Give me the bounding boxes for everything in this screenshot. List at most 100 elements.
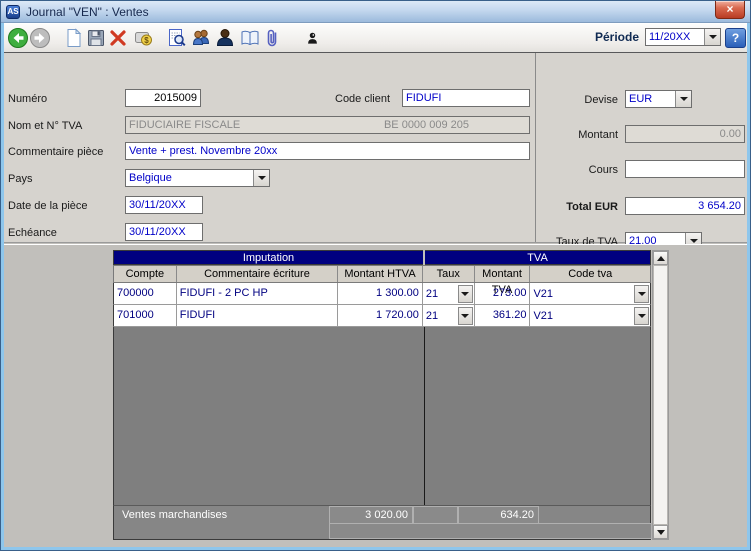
group-header-imputation: Imputation — [113, 250, 423, 265]
code-client-label: Code client — [335, 93, 390, 105]
group-divider-line — [424, 327, 425, 505]
periode-label: Période — [595, 30, 639, 44]
summary-row: Ventes marchandises 3 020.00 634.20 — [113, 505, 651, 523]
chevron-down-icon[interactable] — [634, 285, 649, 303]
col-commentaire: Commentaire écriture — [177, 266, 338, 282]
scroll-down-icon[interactable] — [653, 525, 668, 539]
close-button[interactable]: × — [715, 1, 745, 19]
forward-icon — [29, 27, 51, 49]
montant-label: Montant — [538, 129, 618, 141]
cell-taux[interactable]: 21 — [423, 305, 475, 326]
cell-montant-htva[interactable]: 1 720.00 — [338, 305, 423, 326]
cell-compte[interactable]: 700000 — [114, 283, 177, 304]
summary-row-2 — [113, 523, 651, 540]
echeance-label: Echéance — [8, 227, 57, 239]
devise-value: EUR — [626, 93, 675, 105]
journal-book-button[interactable] — [238, 26, 262, 50]
periode-select[interactable]: 11/20XX — [645, 28, 721, 46]
empty-grid-area[interactable] — [113, 327, 651, 505]
total-eur-label: Total EUR — [538, 201, 618, 213]
window-title: Journal "VEN" : Ventes — [26, 5, 149, 19]
payment-button[interactable]: $ — [132, 26, 156, 50]
entries-table: Imputation TVA Compte Commentaire écritu… — [113, 250, 651, 540]
pays-label: Pays — [8, 173, 32, 185]
delete-button[interactable] — [106, 26, 130, 50]
preview-button[interactable] — [165, 26, 189, 50]
col-montant-tva: Montant TVA — [475, 266, 531, 282]
forward-button[interactable] — [28, 26, 52, 50]
total-eur-input[interactable] — [625, 197, 745, 215]
cours-input[interactable] — [625, 160, 745, 178]
save-icon — [85, 27, 107, 49]
vat-number-value: BE 0000 009 205 — [384, 117, 469, 133]
cell-code-tva[interactable]: V21 — [530, 283, 650, 304]
numero-label: Numéro — [8, 93, 47, 105]
table-row: 700000 FIDUFI - 2 PC HP 1 300.00 21 273.… — [113, 283, 651, 305]
cell-code-tva[interactable]: V21 — [530, 305, 650, 326]
summary-montant-htva: 3 020.00 — [329, 506, 413, 524]
chevron-down-icon[interactable] — [634, 307, 649, 325]
summary-montant-tva: 634.20 — [458, 506, 539, 524]
col-taux: Taux — [423, 266, 475, 282]
commentaire-piece-label: Commentaire pièce — [8, 146, 103, 158]
client-icon — [214, 27, 236, 49]
app-window: AS Journal "VEN" : Ventes × $ — [0, 0, 751, 551]
new-document-icon — [63, 27, 85, 49]
title-bar[interactable]: AS Journal "VEN" : Ventes × — [1, 1, 750, 23]
client-area: $ Période 11/20XX — [4, 23, 747, 547]
cell-commentaire[interactable]: FIDUFI — [177, 305, 338, 326]
toolbar: $ Période 11/20XX — [4, 23, 747, 53]
group-header-tva: TVA — [425, 250, 651, 265]
table-row: 701000 FIDUFI 1 720.00 21 361.20 V21 — [113, 305, 651, 327]
entries-area: Imputation TVA Compte Commentaire écritu… — [4, 244, 747, 547]
nom-tva-value: FIDUCIAIRE FISCALE — [129, 117, 240, 133]
chevron-down-icon[interactable] — [458, 307, 473, 325]
clients-button[interactable] — [189, 26, 213, 50]
payment-icon: $ — [133, 27, 155, 49]
app-logo-icon: AS — [6, 5, 20, 19]
cell-montant-tva[interactable]: 361.20 — [475, 305, 531, 326]
montant-input — [625, 125, 745, 143]
chevron-down-icon[interactable] — [675, 91, 691, 107]
chevron-down-icon[interactable] — [458, 285, 473, 303]
table-group-header: Imputation TVA — [113, 250, 651, 265]
user-icon — [305, 31, 320, 46]
table-column-headers: Compte Commentaire écriture Montant HTVA… — [113, 265, 651, 283]
new-document-button[interactable] — [62, 26, 86, 50]
col-code-tva: Code tva — [530, 266, 650, 282]
chevron-down-icon[interactable] — [704, 29, 720, 45]
chevron-down-icon[interactable] — [253, 170, 269, 186]
client-button[interactable] — [213, 26, 237, 50]
nom-tva-field: FIDUCIAIRE FISCALE BE 0000 009 205 — [125, 116, 530, 134]
cell-compte[interactable]: 701000 — [114, 305, 177, 326]
pays-value: Belgique — [126, 172, 253, 184]
devise-label: Devise — [538, 94, 618, 106]
user-button[interactable] — [300, 26, 324, 50]
date-piece-label: Date de la pièce — [8, 200, 88, 212]
cell-montant-tva[interactable]: 273.00 — [475, 283, 531, 304]
help-button[interactable]: ? — [725, 28, 746, 48]
back-button[interactable] — [6, 26, 30, 50]
taux-value: 21 — [423, 306, 458, 326]
delete-icon — [107, 27, 129, 49]
nom-tva-label: Nom et N° TVA — [8, 120, 82, 132]
scrollbar-thumb[interactable] — [653, 265, 668, 525]
col-compte: Compte — [114, 266, 177, 282]
cell-taux[interactable]: 21 — [423, 283, 475, 304]
taux-value: 21 — [423, 284, 458, 304]
numero-input[interactable] — [125, 89, 201, 107]
devise-select[interactable]: EUR — [625, 90, 692, 108]
pays-select[interactable]: Belgique — [125, 169, 270, 187]
date-piece-input[interactable] — [125, 196, 203, 214]
vertical-scrollbar[interactable] — [652, 250, 669, 540]
save-button[interactable] — [84, 26, 108, 50]
echeance-input[interactable] — [125, 223, 203, 241]
commentaire-piece-input[interactable] — [125, 142, 530, 160]
cell-montant-htva[interactable]: 1 300.00 — [338, 283, 423, 304]
scroll-up-icon[interactable] — [653, 251, 668, 265]
attachment-button[interactable] — [261, 26, 285, 50]
cell-commentaire[interactable]: FIDUFI - 2 PC HP — [177, 283, 338, 304]
code-client-input[interactable] — [402, 89, 530, 107]
back-icon — [7, 27, 29, 49]
form-divider — [535, 53, 536, 242]
